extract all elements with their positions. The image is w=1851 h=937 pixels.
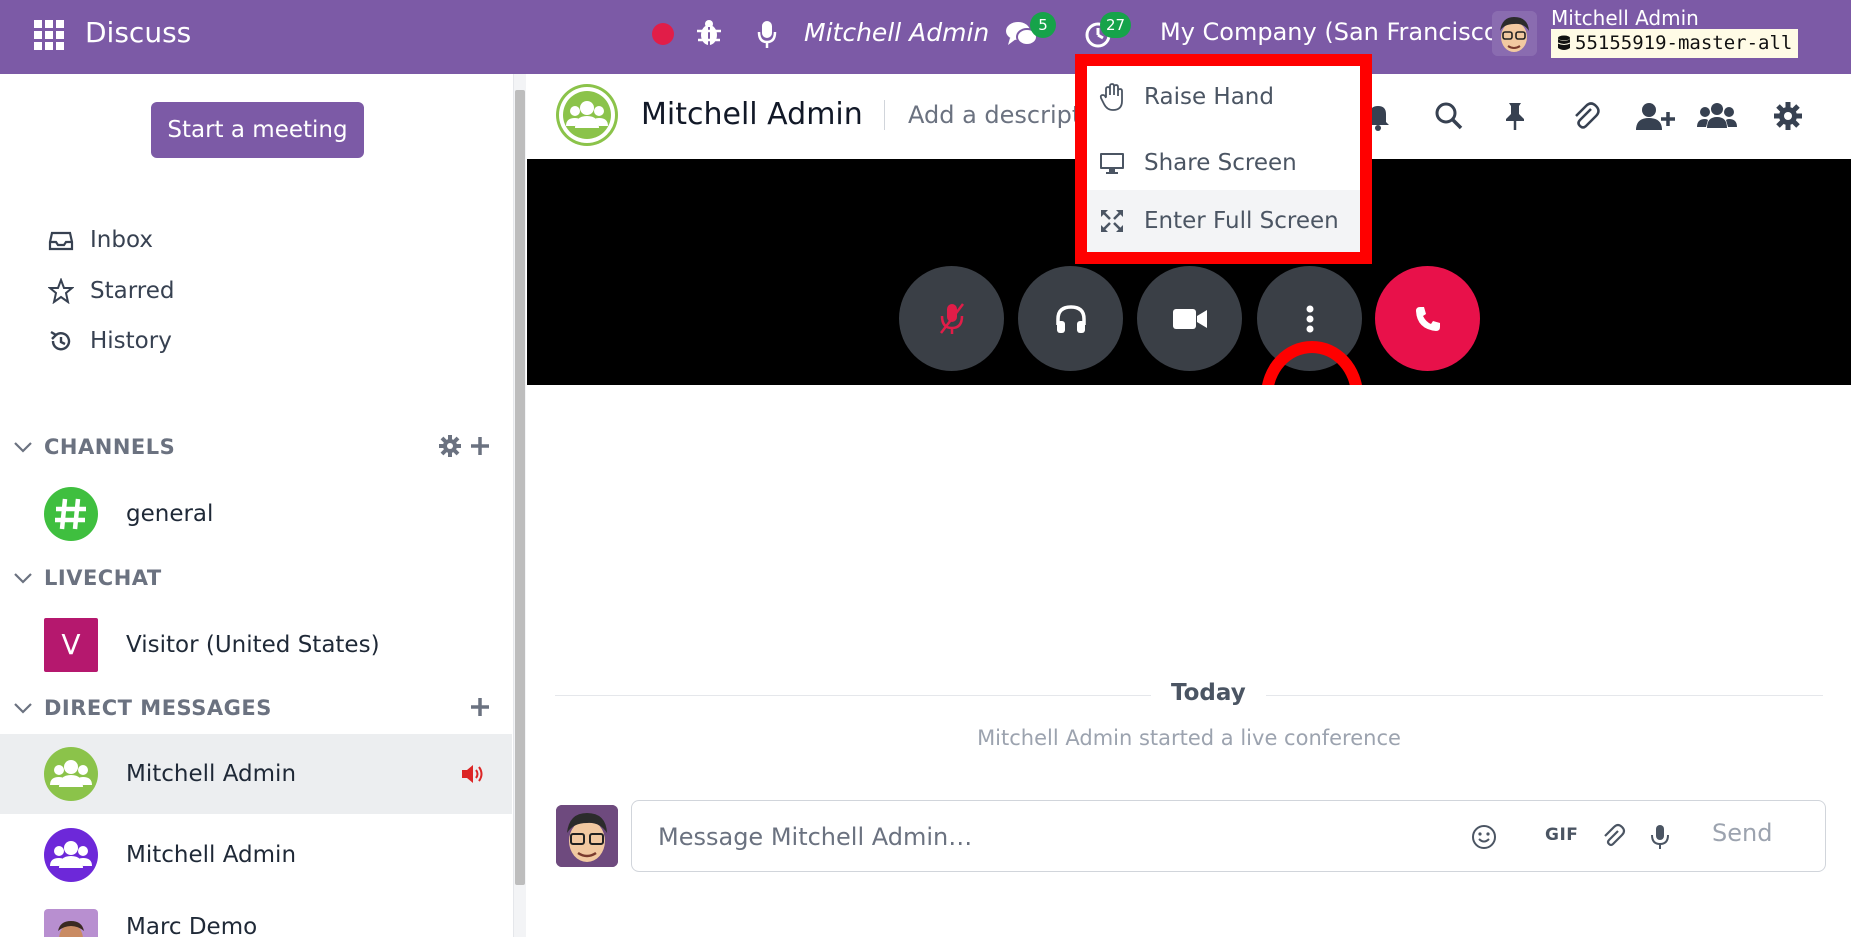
sidebar-item-label: History: [90, 328, 172, 354]
paperclip-icon[interactable]: [1569, 100, 1601, 132]
message-input[interactable]: [658, 821, 1458, 853]
sidebar-item-starred[interactable]: Starred: [48, 271, 174, 311]
mute-microphone-button[interactable]: [899, 266, 1004, 371]
livechat-section-header[interactable]: LIVECHAT: [12, 561, 492, 595]
company-switcher[interactable]: My Company (San Francisco): [1160, 18, 1508, 46]
add-direct-message-plus-icon[interactable]: [468, 695, 492, 719]
discuss-sidebar: Start a meeting Inbox Starred History CH…: [0, 74, 514, 937]
thread-avatar: [556, 84, 618, 146]
database-icon: [1557, 35, 1571, 50]
start-meeting-button[interactable]: Start a meeting: [151, 102, 364, 158]
users-icon: [50, 841, 92, 868]
header-divider: [884, 100, 885, 130]
hashtag-icon: [55, 498, 86, 530]
bug-icon[interactable]: [696, 18, 722, 48]
send-button[interactable]: Send: [1712, 819, 1772, 847]
user-name[interactable]: Mitchell Admin: [1551, 6, 1699, 30]
search-icon[interactable]: [1433, 100, 1465, 132]
gif-button[interactable]: GIF: [1545, 825, 1578, 845]
menu-item-label: Enter Full Screen: [1144, 208, 1339, 234]
sidebar-item-label: Starred: [90, 278, 175, 304]
direct-messages-section-header[interactable]: DIRECT MESSAGES: [12, 691, 492, 725]
sidebar-item-inbox[interactable]: Inbox: [48, 220, 153, 260]
star-icon: [48, 278, 74, 304]
microphone-muted-icon: [939, 302, 964, 334]
expand-icon: [1101, 210, 1123, 232]
database-name: 55155919-master-all: [1575, 32, 1793, 54]
inbox-icon: [48, 231, 74, 251]
direct-message-name: Marc Demo: [126, 914, 258, 937]
call-options-menu: Raise Hand Share Screen Enter Full Scree…: [1075, 54, 1372, 264]
direct-message-name: Mitchell Admin: [126, 761, 297, 787]
headphones-icon: [1055, 304, 1086, 333]
livechat-name: Visitor (United States): [126, 632, 380, 658]
direct-messages-section-title: DIRECT MESSAGES: [44, 696, 272, 720]
settings-gear-icon[interactable]: [1772, 100, 1804, 132]
sidebar-item-history[interactable]: History: [48, 321, 172, 361]
recording-indicator-icon[interactable]: [652, 23, 674, 45]
monitor-icon: [1100, 153, 1124, 174]
composer-user-avatar: [556, 805, 618, 867]
sidebar-item-label: Inbox: [90, 227, 153, 253]
menu-item-label: Share Screen: [1144, 150, 1297, 176]
apps-menu-icon[interactable]: [34, 20, 64, 50]
speaker-volume-icon: [462, 765, 483, 783]
sidebar-scrollbar-thumb[interactable]: [515, 90, 525, 885]
activities-count-badge: 27: [1100, 12, 1132, 38]
user-avatar[interactable]: [1492, 11, 1537, 56]
phone-icon: [1415, 306, 1440, 331]
voice-message-microphone-icon[interactable]: [1646, 823, 1674, 851]
direct-message-name: Mitchell Admin: [126, 842, 297, 868]
add-user-icon[interactable]: [1635, 100, 1675, 132]
users-icon: [50, 760, 92, 787]
channel-settings-gear-icon[interactable]: [438, 434, 462, 458]
chevron-down-icon[interactable]: [12, 697, 34, 719]
conference-started-notice: Mitchell Admin started a live conference: [977, 726, 1401, 750]
database-name-chip: 55155919-master-all: [1551, 29, 1799, 58]
video-camera-icon: [1172, 308, 1207, 329]
menu-item-label: Raise Hand: [1144, 84, 1274, 110]
pin-icon[interactable]: [1499, 100, 1531, 132]
deafen-headphones-button[interactable]: [1018, 266, 1123, 371]
add-channel-plus-icon[interactable]: [468, 434, 492, 458]
microphone-icon[interactable]: [756, 18, 778, 50]
enter-full-screen-menu-item[interactable]: Enter Full Screen: [1087, 190, 1360, 252]
channel-item-general[interactable]: general: [0, 474, 512, 554]
hang-up-button[interactable]: [1375, 266, 1480, 371]
app-name[interactable]: Discuss: [85, 16, 191, 49]
toggle-camera-button[interactable]: [1137, 266, 1242, 371]
chevron-down-icon[interactable]: [12, 567, 34, 589]
date-separator-label: Today: [1151, 680, 1266, 706]
vertical-ellipsis-icon: [1306, 305, 1313, 332]
users-icon: [559, 87, 615, 143]
direct-message-item[interactable]: Mitchell Admin: [0, 734, 512, 814]
visitor-avatar: V: [44, 618, 98, 672]
raise-hand-menu-item[interactable]: Raise Hand: [1087, 66, 1360, 128]
direct-message-item[interactable]: Marc Demo: [0, 896, 512, 937]
top-navbar: Discuss Mitchell Admin 5 27 My Company (…: [0, 0, 1851, 74]
call-participant-label[interactable]: Mitchell Admin: [804, 18, 989, 47]
thread-name[interactable]: Mitchell Admin: [641, 97, 863, 132]
share-screen-menu-item[interactable]: Share Screen: [1087, 132, 1360, 194]
messages-count-badge: 5: [1030, 12, 1056, 38]
livechat-item-visitor[interactable]: V Visitor (United States): [0, 605, 512, 685]
channel-avatar: [44, 487, 98, 541]
channel-name: general: [126, 501, 214, 527]
history-icon: [50, 330, 71, 351]
group-avatar: [44, 747, 98, 801]
message-composer: GIF Send: [631, 800, 1826, 872]
direct-message-item[interactable]: Mitchell Admin: [0, 815, 512, 895]
emoji-icon[interactable]: [1470, 823, 1498, 851]
group-avatar: [44, 828, 98, 882]
channels-section-title: CHANNELS: [44, 435, 176, 459]
members-icon[interactable]: [1697, 100, 1737, 132]
livechat-section-title: LIVECHAT: [44, 566, 162, 590]
hand-icon: [1099, 83, 1123, 111]
attachment-paperclip-icon[interactable]: [1599, 823, 1627, 851]
chevron-down-icon[interactable]: [12, 436, 34, 458]
channels-section-header[interactable]: CHANNELS: [12, 430, 492, 464]
contact-avatar: [44, 909, 98, 937]
